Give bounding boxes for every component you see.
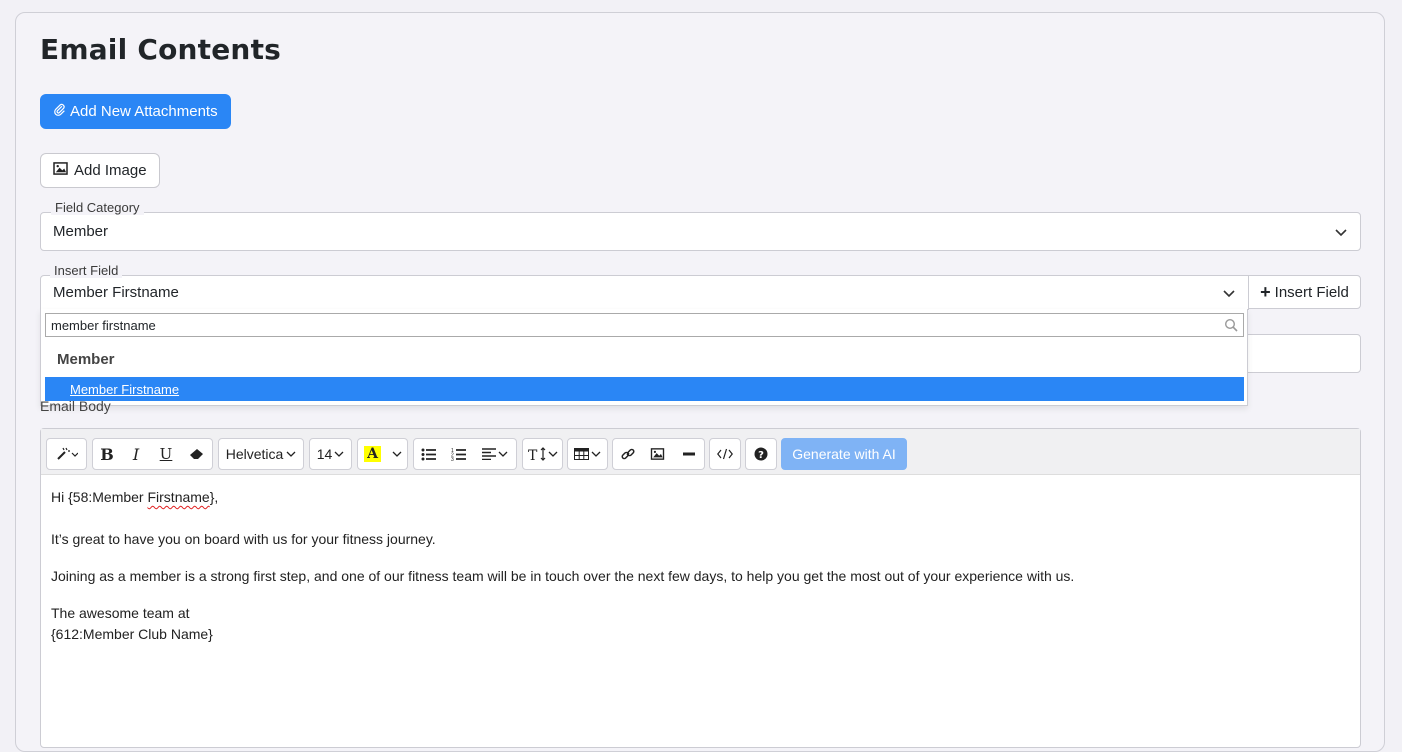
signoff-line-2: {612:Member Club Name} <box>51 626 213 642</box>
insert-field-button-label: Insert Field <box>1274 283 1349 301</box>
dropdown-search-input[interactable]: member firstname <box>45 313 1244 337</box>
chevron-down-icon <box>548 451 557 457</box>
text-height-icon: T <box>528 447 545 461</box>
dropdown-search-value: member firstname <box>51 317 156 333</box>
insert-field-button[interactable]: + Insert Field <box>1248 275 1361 309</box>
bullet-list-icon <box>421 448 436 460</box>
align-left-icon <box>482 448 496 460</box>
email-body-editor: B I U Helvetica 14 A 123 T ? Generate wi… <box>40 428 1361 748</box>
add-attachments-label: Add New Attachments <box>70 103 218 120</box>
magic-style-button[interactable] <box>46 438 87 470</box>
add-image-label: Add Image <box>74 162 147 179</box>
table-icon <box>574 448 589 460</box>
greeting-prefix: Hi {58:Member <box>51 489 148 505</box>
chevron-down-icon <box>1223 289 1235 297</box>
chevron-down-icon <box>591 451 601 457</box>
search-icon <box>1224 318 1238 332</box>
image-icon <box>53 162 68 179</box>
font-family-value: Helvetica <box>225 446 284 462</box>
text-color-button[interactable]: A <box>357 438 388 470</box>
chevron-down-icon <box>498 451 508 457</box>
body-line-2: Joining as a member is a strong first st… <box>51 568 1075 584</box>
chevron-down-icon <box>392 451 402 457</box>
magic-wand-icon <box>56 447 78 460</box>
dropdown-group-label: Member <box>57 351 115 368</box>
editor-toolbar: B I U Helvetica 14 A 123 T ? Generate wi… <box>41 429 1360 475</box>
eraser-icon <box>189 449 203 459</box>
email-body-label: Email Body <box>40 398 111 414</box>
underline-button[interactable]: U <box>151 438 182 470</box>
font-size-select[interactable]: 14 <box>309 438 352 470</box>
italic-button[interactable]: I <box>121 438 152 470</box>
help-button[interactable]: ? <box>745 438 777 470</box>
add-attachments-button[interactable]: Add New Attachments <box>40 94 231 129</box>
signoff-line-1: The awesome team at <box>51 605 190 621</box>
table-select[interactable] <box>567 438 608 470</box>
greeting-suffix: }, <box>209 489 219 505</box>
minus-icon <box>682 452 695 456</box>
numbered-list-icon: 123 <box>451 448 466 461</box>
picture-icon <box>650 448 665 460</box>
font-family-select[interactable]: Helvetica <box>218 438 304 470</box>
line-height-select[interactable]: T <box>522 438 563 470</box>
body-line-1: It’s great to have you on board with us … <box>51 531 436 547</box>
insert-picture-button[interactable] <box>642 438 674 470</box>
insert-field-legend: Insert Field <box>50 263 123 278</box>
field-category-legend: Field Category <box>51 200 144 215</box>
chevron-down-icon <box>334 451 344 457</box>
generate-ai-button[interactable]: Generate with AI <box>781 438 907 470</box>
chevron-down-icon <box>1335 228 1347 236</box>
align-select[interactable] <box>474 438 517 470</box>
chevron-down-icon <box>286 451 296 457</box>
page-title: Email Contents <box>40 33 282 66</box>
svg-text:3: 3 <box>451 457 454 461</box>
font-size-value: 14 <box>316 446 333 462</box>
add-image-button[interactable]: Add Image <box>40 153 160 188</box>
horizontal-rule-button[interactable] <box>673 438 705 470</box>
text-color-dropdown[interactable] <box>387 438 408 470</box>
highlight-a-icon: A <box>364 446 381 462</box>
greeting-field-word: Firstname <box>147 489 210 505</box>
field-category-select[interactable]: Member <box>40 212 1361 251</box>
link-button[interactable] <box>612 438 643 470</box>
email-body-content[interactable]: Hi {58:Member Firstname}, It’s great to … <box>51 487 1074 645</box>
insert-field-value: Member Firstname <box>53 284 179 301</box>
plus-icon: + <box>1260 282 1271 302</box>
svg-text:T: T <box>528 448 538 461</box>
dropdown-option[interactable]: Member Firstname <box>45 377 1244 401</box>
greeting-line: Hi {58:Member Firstname}, <box>51 487 1074 508</box>
insert-field-dropdown: member firstname Member Member Firstname <box>40 309 1248 406</box>
subject-input[interactable] <box>1240 334 1361 373</box>
field-category-value: Member <box>53 223 109 240</box>
link-icon <box>620 448 635 460</box>
code-view-button[interactable] <box>709 438 741 470</box>
insert-field-select[interactable]: Member Firstname <box>40 275 1249 310</box>
code-icon <box>717 448 733 460</box>
paperclip-icon <box>53 103 66 120</box>
question-circle-icon: ? <box>754 447 768 461</box>
svg-text:?: ? <box>758 450 764 461</box>
bold-button[interactable]: B <box>92 438 122 470</box>
clear-format-button[interactable] <box>181 438 213 470</box>
numbered-list-button[interactable]: 123 <box>443 438 475 470</box>
bullet-list-button[interactable] <box>413 438 444 470</box>
